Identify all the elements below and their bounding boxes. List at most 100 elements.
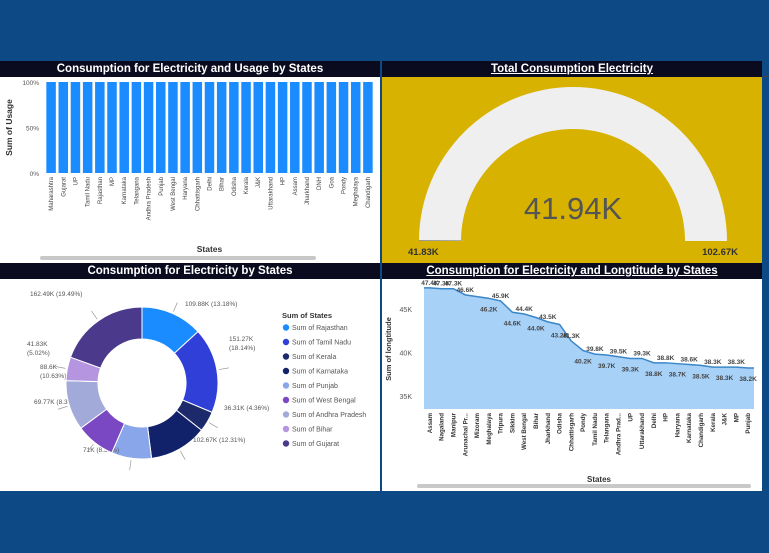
- data-label: 44.0K: [527, 326, 545, 333]
- donut-data-label: 102.67K (12.31%): [193, 437, 245, 444]
- donut-data-label: 162.49K (19.49%): [30, 291, 82, 298]
- x-tick-label: UP: [627, 413, 634, 422]
- legend-marker: [282, 367, 290, 375]
- x-tick-label: Chandigarh: [698, 413, 705, 448]
- donut-leader-line: [57, 405, 68, 410]
- x-tick-label: Sikkim: [509, 413, 516, 433]
- x-tick-label: DNH: [317, 177, 323, 190]
- legend-item: Sum of Andhra Pradesh: [292, 412, 366, 419]
- x-tick-label: Punjab: [745, 413, 752, 434]
- x-tick-label: UP: [73, 177, 79, 185]
- legend-marker: [282, 324, 290, 331]
- data-label: 39.5K: [610, 349, 628, 356]
- y-tick-label: 35K: [400, 394, 413, 401]
- data-label: 44.4K: [515, 306, 533, 313]
- x-tick-label: Andhra Pradesh: [147, 177, 153, 220]
- x-tick-label: West Bengal: [521, 413, 528, 450]
- x-tick-label: Rajasthan: [98, 177, 104, 204]
- bar: [192, 82, 203, 173]
- usage-scrollbar[interactable]: [40, 256, 316, 260]
- y-tick-label: 40K: [400, 350, 413, 357]
- data-label: 38.6K: [680, 357, 698, 364]
- x-tick-label: Manipur: [450, 412, 457, 437]
- y-tick-label: 100%: [22, 80, 39, 87]
- x-tick-label: Telangana: [134, 176, 140, 204]
- bar: [253, 82, 263, 173]
- legend-marker: [282, 425, 290, 433]
- data-label: 38.5K: [692, 373, 710, 380]
- usage-chart-title: Consumption for Electricity and Usage by…: [0, 61, 380, 77]
- donut-data-label: 41.83K (5.02%): [27, 341, 50, 357]
- longitude-chart-title: Consumption for Electricity and Longtitu…: [382, 263, 762, 279]
- legend-marker: [282, 411, 290, 418]
- panel-edge-line: [762, 76, 769, 77]
- x-tick-label: Goa: [329, 176, 335, 188]
- bar: [46, 82, 56, 173]
- x-tick-label: HP: [663, 413, 670, 422]
- legend-item: Sum of Tamil Nadu: [292, 340, 351, 347]
- usage-bar-chart: 100% 50% 0% Sum of Usage Maharashtra Gujarat U…: [4, 80, 373, 254]
- legend-marker: [282, 382, 290, 389]
- x-tick-label: Nagaland: [439, 413, 446, 441]
- y-tick-label: 45K: [400, 307, 413, 314]
- legend-item: Sum of West Bengal: [292, 398, 356, 405]
- x-tick-label: Uttarakhand: [268, 177, 274, 210]
- bar: [338, 82, 349, 173]
- x-tick-label: Meghalaya: [354, 176, 360, 206]
- donut-leader-line: [218, 367, 229, 370]
- x-tick-label: Haryana: [183, 176, 189, 199]
- legend-item: Sum of Rajasthan: [292, 325, 348, 332]
- bar: [241, 82, 251, 173]
- bar: [204, 82, 215, 173]
- gauge-chart-title: Total Consumption Electricity: [382, 61, 762, 77]
- y-tick-label: 0%: [30, 171, 40, 178]
- donut-leader-line: [91, 310, 98, 320]
- legend-item: Sum of Kerala: [292, 354, 336, 361]
- donut-leader-line: [55, 366, 66, 369]
- data-label: 39.8K: [586, 346, 604, 353]
- bar: [168, 82, 178, 173]
- x-tick-label: MP: [110, 177, 116, 186]
- x-tick-label: MP: [733, 413, 740, 422]
- x-axis-title: States: [587, 475, 612, 484]
- data-label: 40.2K: [574, 359, 592, 366]
- x-tick-label: Uttarakhand: [639, 413, 646, 449]
- x-tick-label: Chhattisgarh: [568, 413, 575, 451]
- usage-panel: Consumption for Electricity and Usage by…: [0, 61, 380, 263]
- bar: [277, 82, 288, 173]
- data-label: 46.6K: [457, 287, 475, 294]
- bar: [216, 82, 227, 173]
- bar: [156, 82, 166, 173]
- x-tick-label: Andhra Prad...: [615, 413, 622, 456]
- gauge-panel: Total Consumption Electricity 41.94K 41.8…: [382, 61, 762, 263]
- data-label: 45.9K: [492, 293, 510, 300]
- donut-chart-title: Consumption for Electricity by States: [0, 263, 380, 279]
- bar: [363, 82, 373, 173]
- data-label: 39.7K: [598, 363, 616, 370]
- gauge-max-label: 102.67K: [702, 247, 738, 258]
- x-tick-label: Tripura: [498, 412, 505, 434]
- legend-item: Sum of Punjab: [292, 383, 338, 390]
- bar: [131, 82, 142, 173]
- x-tick-label: Assam: [427, 413, 434, 434]
- longitude-panel: Consumption for Electricity and Longtitu…: [382, 263, 762, 491]
- x-tick-label: Chandigarh: [366, 177, 372, 208]
- x-tick-label: Odisha: [557, 412, 564, 434]
- data-label: 39.3K: [633, 350, 651, 357]
- x-tick-label: J&K: [256, 177, 262, 188]
- bar: [82, 82, 93, 173]
- x-tick-label: Karnataka: [686, 412, 693, 442]
- x-tick-label: Pondy: [342, 177, 348, 194]
- bar: [58, 82, 69, 173]
- data-label: 41.3K: [563, 333, 581, 340]
- x-tick-label: Bihar: [220, 177, 226, 191]
- x-tick-label: Haryana: [674, 412, 681, 437]
- bar: [350, 82, 361, 173]
- x-tick-label: Meghalaya: [486, 412, 493, 444]
- x-tick-label: Punjab: [159, 176, 165, 195]
- x-tick-label: J&K: [722, 412, 729, 425]
- data-label: 38.3K: [728, 359, 746, 366]
- donut-data-label: 109.88K (13.18%): [185, 301, 237, 308]
- longitude-scrollbar[interactable]: [417, 484, 751, 488]
- x-tick-label: Kerala: [710, 412, 717, 431]
